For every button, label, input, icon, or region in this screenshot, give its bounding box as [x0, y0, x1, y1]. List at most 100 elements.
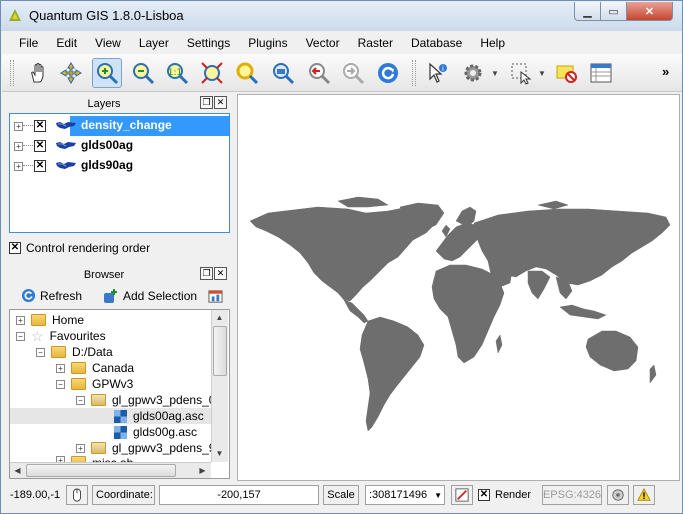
scale-combobox[interactable]: :308171496 ▼ [365, 485, 445, 505]
tree-item-home[interactable]: + Home [16, 312, 84, 328]
collapse-icon[interactable]: − [16, 331, 25, 341]
menu-view[interactable]: View [86, 32, 130, 54]
scroll-right-icon[interactable]: ▶ [195, 463, 210, 478]
menu-file[interactable]: File [10, 32, 47, 54]
expand-icon[interactable]: + [56, 363, 65, 373]
float-panel-icon[interactable]: ❐ [200, 96, 213, 109]
tree-item-data[interactable]: − D:/Data [36, 344, 113, 360]
svg-text:i: i [442, 65, 444, 73]
refresh-button[interactable]: Refresh [21, 288, 82, 303]
control-rendering-order[interactable]: ✕ Control rendering order [9, 241, 150, 255]
zoom-to-selection-icon[interactable] [232, 58, 262, 88]
expand-icon[interactable]: + [14, 161, 23, 171]
menu-help[interactable]: Help [471, 32, 514, 54]
close-panel-icon[interactable]: ✕ [214, 96, 227, 109]
tree-connector [23, 145, 33, 146]
identify-icon[interactable]: i [422, 58, 452, 88]
render-checkbox[interactable]: ✕ [478, 489, 490, 501]
coordinate-field[interactable]: -200,157 [159, 485, 319, 505]
add-layer-icon [104, 289, 117, 303]
refresh-icon[interactable] [373, 58, 403, 88]
layer-visibility-checkbox[interactable]: ✕ [34, 160, 46, 172]
select-icon[interactable] [506, 58, 536, 88]
stop-render-button[interactable] [451, 485, 473, 505]
deselect-icon[interactable] [552, 58, 582, 88]
stop-render-icon [455, 488, 469, 502]
scroll-down-icon[interactable]: ▼ [212, 446, 227, 461]
crs-button[interactable]: EPSG:4326 [542, 485, 602, 505]
browser-vertical-scrollbar[interactable]: ▲ ▼ [211, 310, 228, 462]
app-window: Quantum GIS 1.8.0-Lisboa ▁ ▭ ✕ File Edit… [0, 0, 683, 514]
collapse-icon[interactable]: − [56, 379, 65, 389]
layer-item[interactable]: + ✕ glds00ag [10, 136, 229, 156]
layers-panel-controls: ❐ ✕ [200, 96, 227, 109]
messages-button[interactable] [633, 485, 655, 505]
float-panel-icon[interactable]: ❐ [200, 267, 213, 280]
browser-tree[interactable]: + Home − ☆ Favourites − D:/Data + Canada… [9, 309, 230, 479]
menu-settings[interactable]: Settings [178, 32, 239, 54]
expand-icon[interactable]: + [76, 443, 85, 453]
properties-icon[interactable] [208, 289, 223, 304]
control-rendering-checkbox[interactable]: ✕ [9, 242, 21, 254]
vertical-scroll-thumb[interactable] [213, 326, 227, 376]
layer-visibility-checkbox[interactable]: ✕ [34, 140, 46, 152]
pan-icon[interactable] [24, 58, 54, 88]
menu-edit[interactable]: Edit [47, 32, 86, 54]
scroll-left-icon[interactable]: ◀ [10, 463, 25, 478]
map-canvas[interactable] [237, 94, 680, 481]
zoom-in-icon[interactable] [92, 58, 122, 88]
horizontal-scroll-thumb[interactable] [26, 464, 176, 477]
layer-visibility-checkbox[interactable]: ✕ [34, 120, 46, 132]
tree-item-pdens-9[interactable]: + gl_gpwv3_pdens_9 [76, 440, 215, 456]
action-gear-icon[interactable] [458, 58, 488, 88]
toolbar-extension-button[interactable]: » [662, 64, 669, 79]
expand-icon[interactable]: + [14, 141, 23, 151]
add-selection-button[interactable]: Add Selection [103, 288, 197, 304]
tree-item-gpwv3[interactable]: − GPWv3 [56, 376, 133, 392]
layer-item[interactable]: + ✕ density_change [10, 116, 229, 136]
tree-item-pdens-0[interactable]: − gl_gpwv3_pdens_0 [76, 392, 215, 408]
chevron-down-icon[interactable]: ▼ [434, 491, 442, 500]
folder-icon [71, 362, 86, 374]
layer-item[interactable]: + ✕ glds90ag [10, 156, 229, 176]
toolbar-grip[interactable] [412, 60, 416, 86]
tree-item-glds00ag[interactable]: glds00ag.asc [10, 408, 212, 424]
close-button[interactable]: ✕ [626, 2, 673, 21]
collapse-icon[interactable]: − [76, 395, 85, 405]
expand-icon[interactable]: + [16, 315, 25, 325]
menu-vector[interactable]: Vector [297, 32, 349, 54]
refresh-icon [21, 288, 36, 303]
zoom-out-icon[interactable] [128, 58, 158, 88]
maximize-button[interactable]: ▭ [600, 2, 627, 21]
expand-icon[interactable]: + [14, 121, 23, 131]
close-panel-icon[interactable]: ✕ [214, 267, 227, 280]
menu-raster[interactable]: Raster [349, 32, 402, 54]
zoom-to-layer-icon[interactable] [268, 58, 298, 88]
tree-item-glds00g[interactable]: glds00g.asc [114, 424, 197, 440]
menu-database[interactable]: Database [402, 32, 471, 54]
tree-item-label: glds00g.asc [133, 425, 198, 439]
toggle-extents-button[interactable] [66, 485, 88, 505]
pan-to-selection-icon[interactable] [56, 58, 86, 88]
minimize-button[interactable]: ▁ [574, 2, 601, 21]
menu-layer[interactable]: Layer [130, 32, 178, 54]
tree-item-favourites[interactable]: − ☆ Favourites [16, 328, 106, 344]
collapse-icon[interactable]: − [36, 347, 45, 357]
browser-horizontal-scrollbar[interactable]: ◀ ▶ [10, 462, 211, 478]
toolbar-grip[interactable] [10, 60, 14, 86]
layers-list[interactable]: + ✕ density_change + ✕ glds00ag + ✕ glds… [9, 113, 230, 233]
scroll-up-icon[interactable]: ▲ [212, 310, 227, 325]
attribute-table-icon[interactable] [586, 58, 616, 88]
zoom-next-icon[interactable] [338, 58, 368, 88]
refresh-label: Refresh [40, 288, 83, 303]
tree-item-canada[interactable]: + Canada [56, 360, 134, 376]
zoom-full-icon[interactable] [197, 58, 227, 88]
render-toggle[interactable]: ✕ Render [475, 485, 538, 505]
add-selection-label: Add Selection [123, 289, 198, 303]
menu-plugins[interactable]: Plugins [239, 32, 296, 54]
zoom-to-scale-icon[interactable]: 1:1 [162, 58, 192, 88]
zoom-last-icon[interactable] [304, 58, 334, 88]
select-dropdown-arrow-icon[interactable]: ▼ [538, 69, 546, 78]
action-dropdown-arrow-icon[interactable]: ▼ [491, 69, 499, 78]
crs-status-button[interactable] [607, 485, 629, 505]
